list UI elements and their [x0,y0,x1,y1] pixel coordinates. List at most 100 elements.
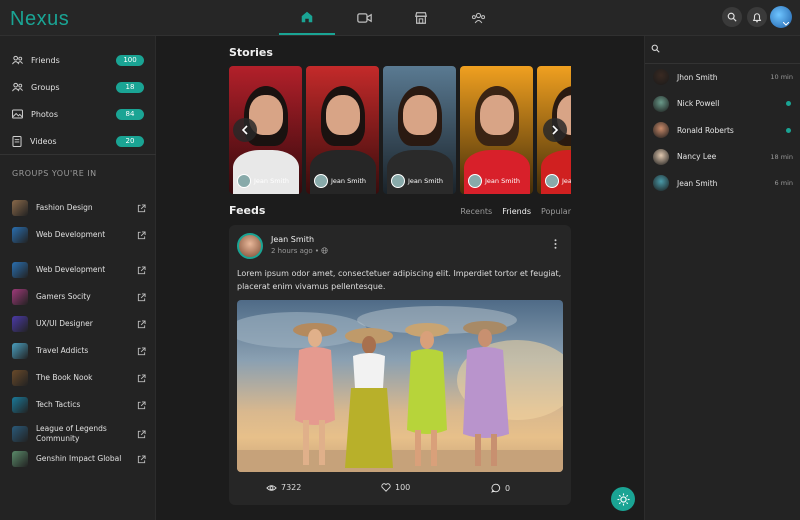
external-link-icon[interactable] [137,265,146,275]
stories-prev-button[interactable] [233,118,257,142]
main-feed: Stories Jean Smith Jean Smith Jean Smith Je… [157,36,643,520]
stories-next-button[interactable] [543,118,567,142]
story-user: Jean Smith [237,174,289,188]
contact-item[interactable]: Nancy Lee 18 min [653,148,793,166]
group-thumbnail [12,227,28,243]
home-icon [301,11,313,22]
nav-marketplace[interactable] [393,0,449,35]
external-link-icon[interactable] [137,319,146,329]
contacts-sidebar: Jhon Smith 10 min Nick Powell Ronald Robert… [644,36,800,520]
contact-name: Nancy Lee [677,152,717,161]
sidebar-item-groups[interactable]: Groups 18 [12,80,144,94]
tab-friends[interactable]: Friends [502,207,531,216]
sidebar-item-videos[interactable]: Videos 20 [12,134,144,148]
contact-item[interactable]: Jean Smith 6 min [653,174,793,192]
post-author-name[interactable]: Jean Smith [271,235,314,244]
contact-avatar [653,148,669,165]
friends-icon [12,55,23,65]
last-seen: 18 min [770,152,793,161]
last-seen: 10 min [770,73,793,81]
post-text: Lorem ipsum odor amet, consectetuer adip… [237,269,562,291]
group-name: Fashion Design [36,203,93,212]
likes-count: 100 [395,483,411,492]
contact-item[interactable]: Nick Powell [653,95,793,113]
external-link-icon[interactable] [137,373,146,383]
post-author-avatar[interactable] [237,233,263,259]
nav-groups[interactable] [450,0,506,35]
group-item[interactable]: Gamers Socity [12,289,146,305]
external-link-icon[interactable] [137,454,146,464]
story-face [325,94,360,135]
external-link-icon[interactable] [137,292,146,302]
group-item[interactable]: The Book Nook [12,370,146,386]
sidebar-item-friends[interactable]: Friends 100 [12,53,144,67]
group-thumbnail [12,262,28,278]
story-user: Jean Smith [314,174,366,188]
chevron-down-icon[interactable] [783,22,789,26]
story-card[interactable]: Jean Smith [306,66,379,194]
count-badge: 84 [116,108,144,120]
group-item[interactable]: UX/UI Designer [12,316,146,332]
eye-icon [266,484,277,491]
post-image[interactable] [237,300,563,472]
tab-popular[interactable]: Popular [541,207,571,216]
group-item[interactable]: Travel Addicts [12,343,146,359]
external-link-icon[interactable] [137,400,146,410]
sidebar-item-label: Friends [31,55,60,65]
external-link-icon[interactable] [137,230,146,240]
contact-item[interactable]: Ronald Roberts [653,121,793,139]
story-username: Jean Smith [331,177,367,185]
external-link-icon[interactable] [137,429,146,439]
group-item[interactable]: Web Development [12,262,146,278]
story-card[interactable]: Jean Smith [460,66,533,194]
contacts-search-button[interactable] [651,44,660,55]
tab-recents[interactable]: Recents [460,207,492,216]
group-item[interactable]: Tech Tactics [12,397,146,413]
group-item[interactable]: Web Development [12,227,146,243]
contact-avatar [653,122,669,138]
sidebar-item-photos[interactable]: Photos 84 [12,107,144,121]
search-button[interactable] [722,7,742,27]
group-name: Web Development [36,265,106,274]
group-item[interactable]: Fashion Design [12,200,146,216]
story-username: Jean Smith [562,177,571,185]
nav-home[interactable] [279,0,335,35]
post-time: 2 hours ago [271,247,313,255]
comment-button[interactable]: 0 [491,483,510,493]
group-item[interactable]: Genshin Impact Global [12,451,146,467]
nav-video[interactable] [336,0,392,35]
group-name: Travel Addicts [36,346,89,355]
like-button[interactable]: 100 [381,483,410,492]
group-name: Gamers Socity [36,292,91,301]
external-link-icon[interactable] [137,346,146,356]
top-bar: Nexus [0,0,800,36]
story-user: Jean Smith [545,174,571,188]
story-user: Jean Smith [391,174,443,188]
divider [0,154,156,155]
feed-tabs: Recents Friends Popular [460,207,571,216]
views-count: 7322 [281,483,302,492]
sidebar-item-label: Photos [31,109,58,119]
search-icon [727,12,737,22]
app-logo[interactable]: Nexus [10,8,69,31]
last-seen: 6 min [774,179,793,187]
feeds-title: Feeds [229,204,266,217]
chevron-left-icon [241,125,248,135]
notifications-button[interactable] [747,7,767,27]
story-username: Jean Smith [254,177,290,185]
group-item[interactable]: League of Legends Community [12,424,146,444]
sun-icon [616,492,630,506]
post-more-button[interactable] [554,239,557,251]
group-thumbnail [12,316,28,332]
theme-toggle-button[interactable] [611,487,635,511]
videos-icon [12,135,22,147]
contact-item[interactable]: Jhon Smith 10 min [653,68,793,86]
story-card[interactable]: Jean Smith [383,66,456,194]
story-avatar [314,174,328,188]
divider [645,63,800,64]
story-username: Jean Smith [485,177,521,185]
count-badge: 20 [116,135,144,147]
group-thumbnail [12,426,28,442]
external-link-icon[interactable] [137,203,146,213]
group-name: Web Development [36,230,106,239]
